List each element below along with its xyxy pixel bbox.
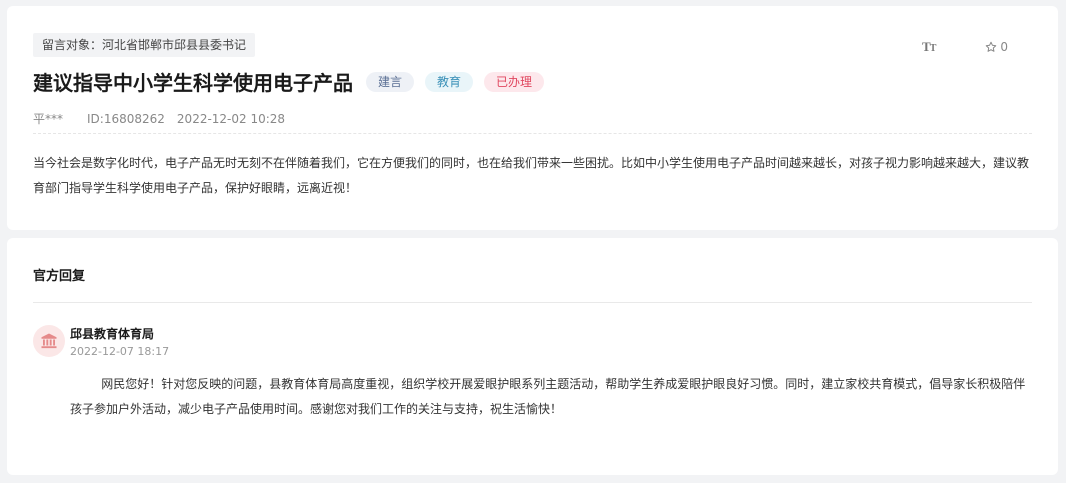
avatar (33, 325, 65, 357)
star-outline-icon (986, 41, 997, 52)
reply-content: 网民您好！针对您反映的问题，县教育体育局高度重视，组织学校开展爱眼护眼系列主题活… (70, 377, 1026, 416)
reply-date: 2022-12-07 18:17 (70, 345, 170, 358)
type-tag: 建言 (366, 71, 415, 92)
favorite-count: 0 (1000, 40, 1008, 54)
status-badge: 已办理 (484, 71, 545, 92)
author-name: 平*** (33, 112, 64, 126)
reply-card: 官方回复 邱县教育体育局 2022-12-07 18:17 网民您好！针对您反映… (7, 238, 1058, 475)
government-building-icon (41, 333, 57, 349)
reply-org-name: 邱县教育体育局 (70, 327, 155, 341)
message-content: 当今社会是数字化时代，电子产品无时无刻不在伴随着我们，它在方便我们的同时，也在给… (33, 156, 1030, 195)
divider (33, 302, 1032, 303)
message-meta: 平*** ID:16808262 2022-12-02 10:28 (33, 110, 285, 127)
font-size-toggle-button[interactable]: TT (922, 39, 936, 55)
message-toolbar: TT 0 (922, 39, 1008, 55)
message-title-row: 建议指导中小学生科学使用电子产品 建言 教育 已办理 (33, 67, 545, 96)
divider (33, 133, 1032, 134)
favorite-button[interactable]: 0 (985, 40, 1008, 54)
message-date: 2022-12-02 10:28 (176, 111, 286, 126)
message-id: ID:16808262 (87, 111, 165, 126)
message-card: 留言对象：河北省邯郸市邱县县委书记 TT 0 建议指导中小学生科学使用电子产品 … (7, 6, 1058, 230)
message-target-tag: 留言对象：河北省邯郸市邱县县委书记 (33, 33, 256, 57)
page-title: 建议指导中小学生科学使用电子产品 (33, 71, 353, 95)
reply-section-title: 官方回复 (33, 269, 86, 284)
font-size-icon: TT (922, 39, 936, 54)
category-tag: 教育 (425, 71, 474, 92)
